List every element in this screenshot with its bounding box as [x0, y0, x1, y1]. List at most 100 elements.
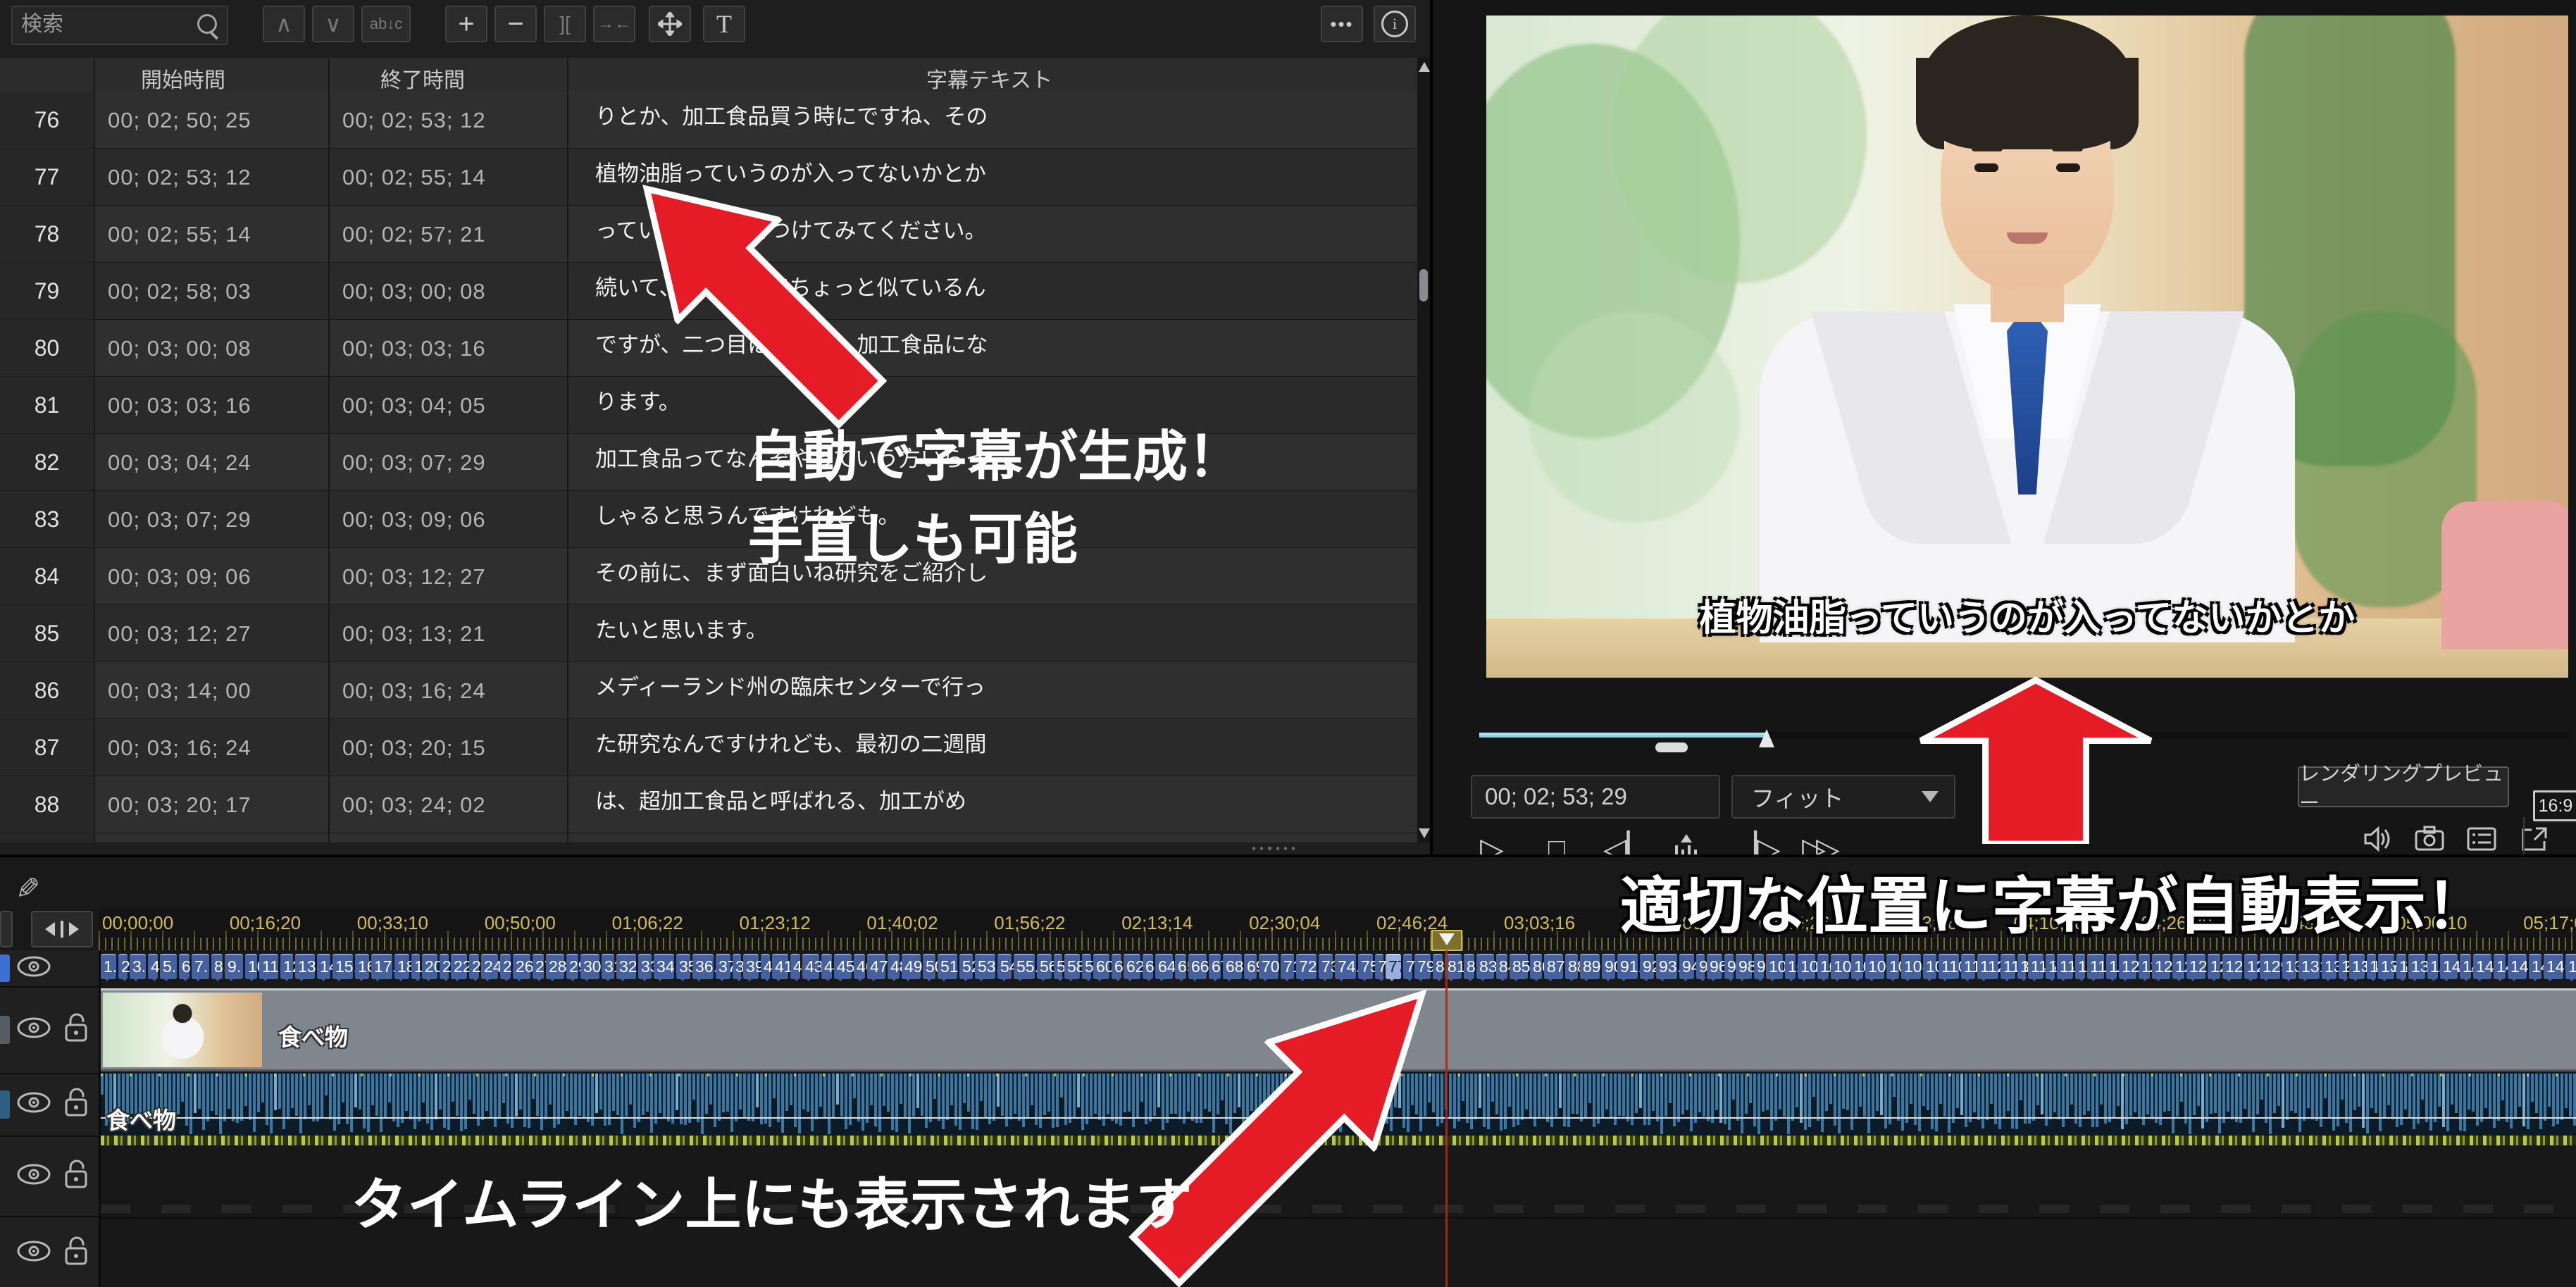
snapshot-camera-icon[interactable]: [2413, 823, 2446, 855]
subtitle-row-partial[interactable]: ちゃ、使われている食品を食べてもら: [0, 833, 1417, 843]
subtitle-clip[interactable]: 116.: [2046, 954, 2055, 979]
subtitle-clip[interactable]: 115.: [2028, 954, 2043, 979]
subtitle-clip[interactable]: 133.: [2339, 954, 2347, 979]
subtitle-clip[interactable]: 62.: [1124, 954, 1140, 979]
subtitle-clip[interactable]: 99.: [1754, 954, 1764, 979]
subtitle-clip[interactable]: 19.: [411, 954, 420, 979]
panel-resize-handle[interactable]: [1252, 845, 1295, 852]
subtitle-clip[interactable]: 98.: [1736, 954, 1752, 979]
subtitle-clip[interactable]: 7.: [192, 954, 209, 979]
subtitle-clip[interactable]: 143.: [2494, 954, 2506, 979]
subtitle-clip[interactable]: 70.: [1259, 954, 1278, 979]
scrollbar-thumb[interactable]: [1419, 269, 1428, 301]
subtitle-clip[interactable]: 41.: [772, 954, 788, 979]
subtitle-clip[interactable]: 25.: [500, 954, 511, 979]
end-time-cell[interactable]: 00; 03; 12; 27: [342, 548, 486, 605]
track-lock-icon[interactable]: [62, 1236, 90, 1267]
subtitle-clip[interactable]: 130.: [2282, 954, 2296, 979]
subtitle-clip[interactable]: 3.: [130, 954, 146, 979]
subtitle-clip[interactable]: 47.: [867, 954, 885, 979]
subtitle-row[interactable]: 7600; 02; 50; 2500; 02; 53; 12りとか、加工食品買う…: [0, 92, 1417, 149]
start-time-cell[interactable]: 00; 03; 20; 17: [108, 776, 251, 833]
subtitle-clip[interactable]: 145.: [2529, 954, 2541, 979]
subtitle-clip[interactable]: 54.: [997, 954, 1012, 979]
subtitle-clip[interactable]: 112.: [1977, 954, 1998, 979]
subtitle-clip[interactable]: 68.: [1223, 954, 1242, 979]
current-timecode-field[interactable]: 00; 02; 53; 29: [1471, 775, 1720, 819]
start-time-cell[interactable]: 00; 03; 16; 24: [108, 719, 251, 776]
track-visibility-eye-icon[interactable]: [15, 1090, 52, 1114]
end-time-cell[interactable]: 00; 03; 00; 08: [342, 263, 486, 320]
subtitle-clip[interactable]: 146.: [2544, 954, 2563, 979]
timeline-left-tab[interactable]: [0, 911, 13, 947]
subtitle-text-cell[interactable]: たいと思います。: [595, 612, 768, 644]
subtitle-clip[interactable]: 71.: [1281, 954, 1294, 979]
subtitle-clip[interactable]: 91.: [1617, 954, 1638, 979]
subtitle-clip[interactable]: 30.: [580, 954, 599, 979]
subtitle-clip[interactable]: 17.: [371, 954, 392, 979]
subtitle-clip[interactable]: 35.: [676, 954, 690, 979]
subtitle-clip[interactable]: 48.: [888, 954, 900, 979]
subtitle-clip[interactable]: 132.: [2322, 954, 2337, 979]
subtitle-clip[interactable]: 95.: [1696, 954, 1705, 979]
subtitle-clip[interactable]: 2.: [118, 954, 127, 979]
subtitle-clip[interactable]: 59.: [1082, 954, 1091, 979]
subtitle-clip[interactable]: 141.: [2460, 954, 2471, 979]
subtitle-clip[interactable]: 49.: [902, 954, 921, 979]
subtitle-clip[interactable]: 42.: [790, 954, 800, 979]
subtitle-clip[interactable]: 18.: [394, 954, 409, 979]
subtitle-clip[interactable]: 80.: [1433, 954, 1443, 979]
snap-button[interactable]: [31, 911, 93, 947]
subtitle-clip[interactable]: 16.: [355, 954, 369, 979]
subtitle-clip[interactable]: 56.: [1037, 954, 1052, 979]
scroll-up-icon[interactable]: [1419, 62, 1430, 72]
track-visibility-eye-icon[interactable]: [15, 1162, 52, 1186]
start-time-cell[interactable]: 00; 03; 00; 08: [108, 320, 251, 377]
subtitle-clip[interactable]: 107.: [1886, 954, 1899, 979]
subtitle-row[interactable]: 8700; 03; 16; 2400; 03; 20; 15た研究なんですけれど…: [0, 719, 1417, 776]
end-time-cell[interactable]: 00; 03; 16; 24: [342, 662, 486, 719]
subtitle-clip[interactable]: 67.: [1209, 954, 1221, 979]
info-button[interactable]: i: [1374, 6, 1416, 42]
subtitle-clip[interactable]: 12.: [280, 954, 293, 979]
end-time-cell[interactable]: 00; 02; 53; 12: [342, 92, 486, 149]
subtitle-clip[interactable]: 24.: [481, 954, 498, 979]
start-time-cell[interactable]: 00; 03; 07; 29: [108, 491, 251, 548]
subtitle-clip[interactable]: 131.: [2298, 954, 2320, 979]
subtitle-clip[interactable]: 45.: [834, 954, 852, 979]
subtitle-clip[interactable]: 53.: [975, 954, 995, 979]
track-visibility-eye-icon[interactable]: [15, 1239, 52, 1263]
subtitle-clip[interactable]: 119.: [2087, 954, 2104, 979]
playhead-line[interactable]: [1445, 950, 1448, 1287]
video-viewport[interactable]: 植物油脂っていうのが入ってないかとか: [1486, 15, 2568, 678]
subtitle-text-cell[interactable]: は、超加工食品と呼ばれる、加工がめ: [595, 783, 966, 815]
subtitle-clip[interactable]: 65.: [1175, 954, 1186, 979]
start-time-cell[interactable]: 00; 02; 50; 25: [108, 92, 251, 149]
scroll-down-icon[interactable]: [1419, 828, 1430, 838]
subtitle-clip[interactable]: 93.: [1656, 954, 1677, 979]
table-scrollbar[interactable]: [1417, 58, 1430, 843]
end-time-cell[interactable]: 00; 02; 55; 14: [342, 149, 486, 206]
subtitle-clip[interactable]: 125.: [2186, 954, 2205, 979]
track-lock-icon[interactable]: [62, 1012, 90, 1043]
subtitle-clip[interactable]: 108.: [1901, 954, 1921, 979]
subtitle-clip[interactable]: 36.: [692, 954, 714, 979]
start-time-cell[interactable]: 00; 03; 03; 16: [108, 377, 251, 434]
subtitle-clip[interactable]: 11.: [259, 954, 278, 979]
subtitle-clip[interactable]: 87.: [1544, 954, 1563, 979]
end-time-cell[interactable]: 00; 02; 57; 21: [342, 206, 486, 263]
track-visibility-eye-icon[interactable]: [15, 955, 52, 978]
split-subtitle-button[interactable]: ][: [544, 6, 586, 42]
prev-subtitle-button[interactable]: ∧: [263, 6, 305, 42]
subtitle-clip[interactable]: 106.: [1865, 954, 1884, 979]
start-time-cell[interactable]: 00; 03; 04; 24: [108, 434, 251, 491]
change-case-button[interactable]: ab↓c: [361, 6, 411, 42]
display-options-icon[interactable]: [2465, 823, 2498, 855]
subtitle-row[interactable]: 8500; 03; 12; 2700; 03; 13; 21たいと思います。: [0, 605, 1417, 662]
subtitle-clip[interactable]: 138.: [2408, 954, 2425, 979]
subtitle-clip[interactable]: 64.: [1155, 954, 1173, 979]
subtitle-clip[interactable]: 126.: [2208, 954, 2220, 979]
subtitle-clip[interactable]: 50.: [923, 954, 935, 979]
subtitle-clip[interactable]: 82.: [1464, 954, 1474, 979]
end-time-cell[interactable]: 00; 03; 03; 16: [342, 320, 486, 377]
